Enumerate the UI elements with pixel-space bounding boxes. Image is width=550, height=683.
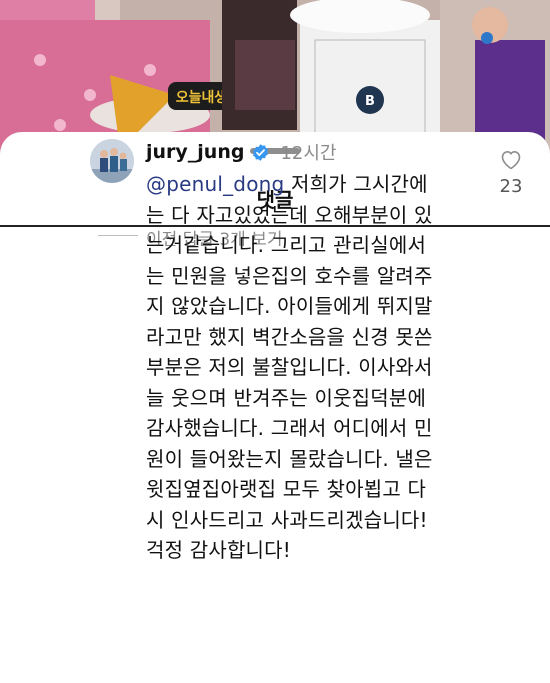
comment-line: 윗집옆집아랫집 모두 찾아뵙고 다 (146, 477, 427, 501)
comment-line: 는 민원을 넣은집의 호수를 알려주 (146, 263, 433, 288)
comment-text: @penul_dong 저희가 그시간에 는 다 자고있었는데 오해부분이 있 … (146, 169, 486, 566)
comment-line: 시 인사드리고 사과드리겠습니다! (146, 507, 428, 532)
like-count: 23 (499, 176, 523, 197)
like-button[interactable]: 23 (496, 148, 526, 197)
box-logo-text: B (365, 94, 375, 109)
comment-line: 라고만 했지 벽간소음을 신경 못쓴 (146, 324, 433, 349)
replies-dash (98, 235, 138, 236)
comment-line: 는 다 자고있었는데 오해부분이 있 (146, 202, 433, 227)
comment-line: 원이 들어왔는지 몰랐습니다. 낼은 (146, 446, 433, 471)
mention-link[interactable]: @penul_dong (146, 172, 284, 196)
comment-line: 늘 웃으며 반겨주는 이웃집덕분에 (146, 385, 427, 410)
comment-line: 는거같습니다. 그리고 관리실에서 (146, 233, 427, 257)
comment-timestamp: 12시간 (280, 143, 337, 164)
comment-username[interactable]: jury_jung (146, 141, 244, 163)
verified-badge-icon (253, 143, 269, 161)
comment-line: 부분은 저의 불찰입니다. 이사와서 (146, 355, 433, 379)
avatar[interactable] (90, 139, 134, 183)
comment-header: jury_jung 12시간 (146, 139, 337, 165)
comment-line: 지 않았습니다. 아이들에게 뛰지말 (146, 294, 433, 318)
comment-line: 걱정 감사합니다! (146, 538, 291, 562)
comment-line-1: @penul_dong 저희가 그시간에 (146, 169, 486, 200)
heart-outline-icon (501, 151, 521, 170)
comment-line-1-text: 저희가 그시간에 (284, 172, 428, 196)
avatar-image (90, 139, 134, 183)
comment-line: 감사했습니다. 그래서 어디에서 민 (146, 416, 433, 440)
